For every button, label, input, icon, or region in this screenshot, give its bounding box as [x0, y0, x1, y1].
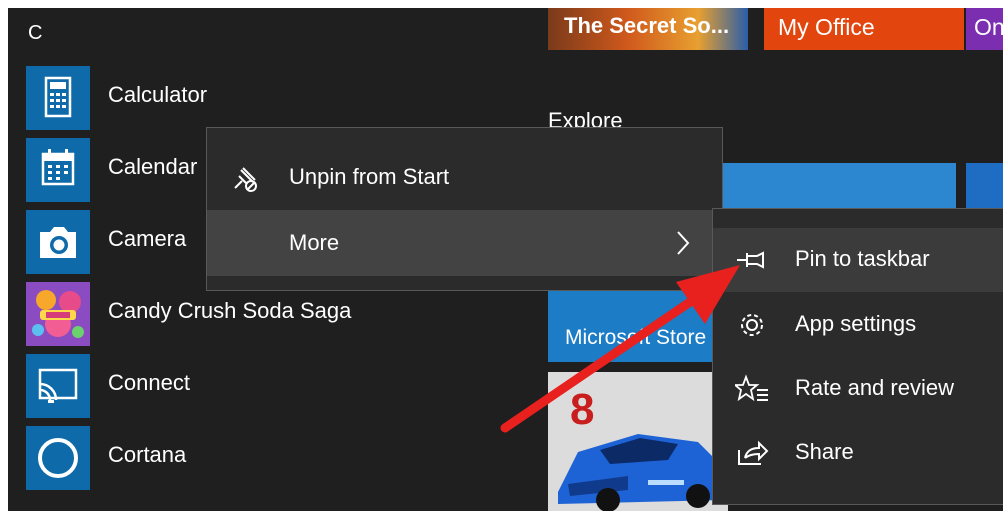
tile-label: Microsoft Store	[565, 326, 707, 349]
tile-label: On	[974, 14, 1003, 40]
chevron-right-icon	[677, 231, 690, 255]
app-connect[interactable]: Connect	[26, 354, 526, 420]
tile-onenote[interactable]: On	[966, 8, 1003, 50]
app-name: Calculator	[108, 82, 208, 107]
unpin-icon	[234, 167, 257, 192]
camera-icon	[26, 210, 90, 274]
tile-label: The Secret So...	[564, 13, 730, 38]
star-list-icon	[735, 374, 768, 402]
menu-item-rate-and-review[interactable]: Rate and review	[713, 357, 1003, 421]
app-name: Connect	[108, 370, 190, 395]
menu-item-unpin-from-start[interactable]: Unpin from Start	[207, 144, 722, 210]
calendar-icon	[26, 138, 90, 202]
menu-item-label: Share	[795, 439, 854, 464]
tile-asphalt-game[interactable]: 8	[548, 372, 728, 511]
app-candy-crush[interactable]: Candy Crush Soda Saga	[26, 282, 526, 348]
tile-my-office[interactable]: My Office	[764, 8, 964, 50]
menu-item-label: Pin to taskbar	[795, 246, 930, 271]
app-name: Calendar	[108, 154, 198, 179]
svg-text:8: 8	[570, 385, 594, 434]
tile-microsoft-store[interactable]: Microsoft Store	[548, 290, 728, 362]
more-submenu: Pin to taskbar App settings Rate and rev…	[712, 208, 1003, 505]
cortana-icon	[26, 426, 90, 490]
app-name: Cortana	[108, 442, 187, 467]
menu-item-more[interactable]: More	[207, 210, 722, 276]
menu-item-share[interactable]: Share	[713, 421, 1003, 485]
gear-icon	[741, 314, 763, 336]
group-letter-header[interactable]: C	[28, 22, 42, 45]
menu-item-label: More	[289, 230, 340, 255]
race-car-image: 8	[548, 372, 728, 511]
app-cortana[interactable]: Cortana	[26, 426, 526, 492]
start-menu: C Calculator Calendar Camera Candy Crush…	[8, 8, 1003, 511]
menu-item-app-settings[interactable]: App settings	[713, 293, 1003, 357]
connect-icon	[26, 354, 90, 418]
share-icon	[738, 440, 769, 465]
app-name: Camera	[108, 226, 187, 251]
calculator-icon	[26, 66, 90, 130]
pin-taskbar-icon	[737, 251, 764, 269]
menu-item-label: App settings	[795, 311, 917, 336]
app-name: Candy Crush Soda Saga	[108, 298, 352, 323]
app-calculator[interactable]: Calculator	[26, 66, 526, 132]
candy-crush-icon	[26, 282, 90, 346]
tile-secret-society[interactable]: The Secret So...	[548, 8, 748, 50]
menu-item-label: Rate and review	[795, 375, 954, 400]
tile-label: My Office	[778, 14, 875, 40]
menu-item-label: Unpin from Start	[289, 164, 450, 189]
menu-item-pin-to-taskbar[interactable]: Pin to taskbar	[713, 228, 1003, 292]
context-menu: Unpin from Start More	[206, 127, 723, 291]
